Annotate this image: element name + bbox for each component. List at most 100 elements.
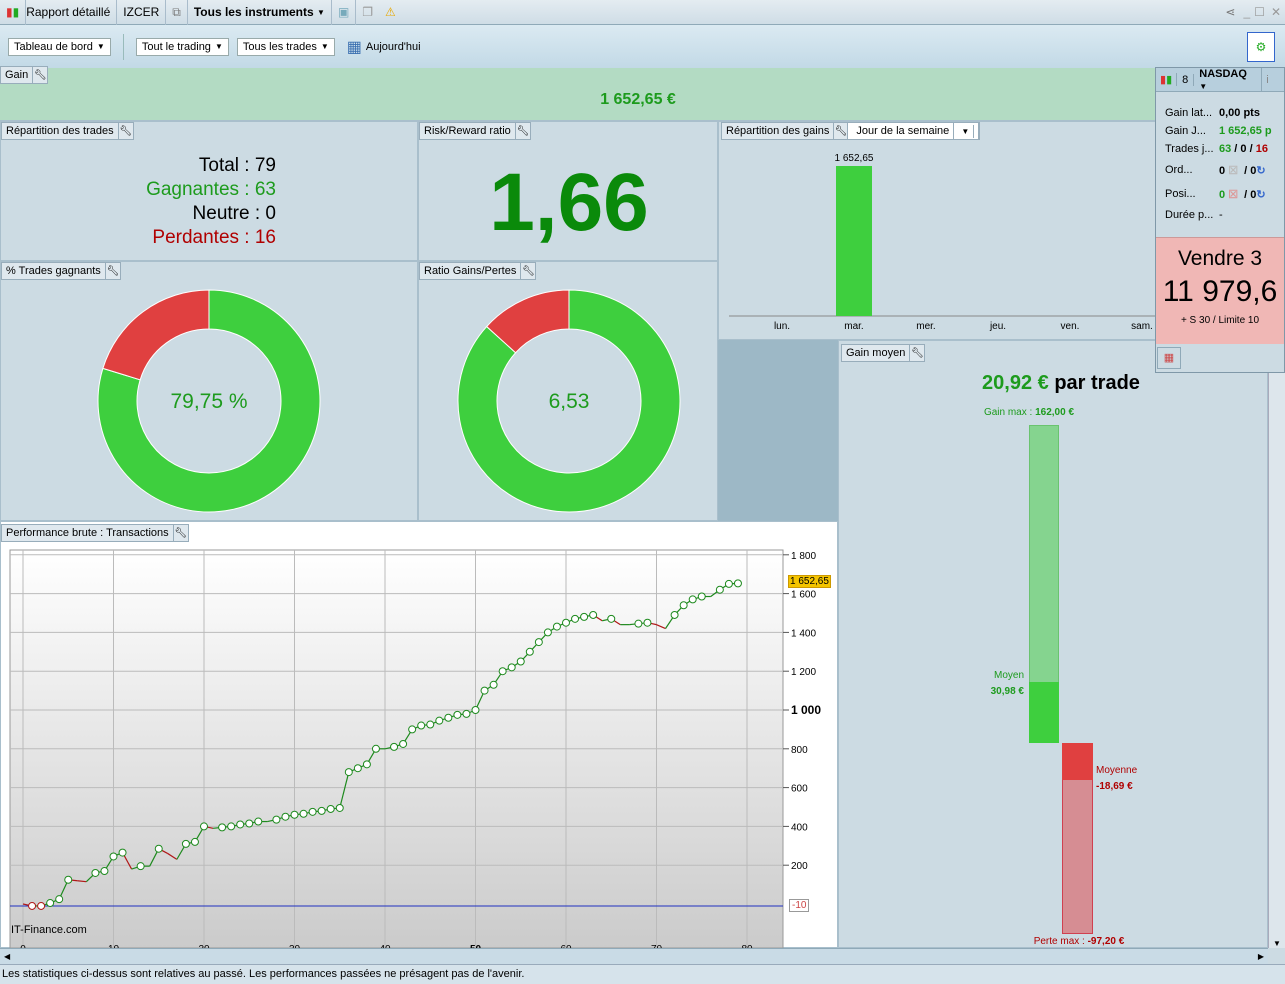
y-tick-label: 800 — [791, 745, 808, 756]
trade-point — [55, 895, 64, 904]
winning-label: Gagnantes : — [146, 179, 255, 200]
calendar-icon: ▦ — [346, 38, 362, 56]
cancel-orders-icon[interactable]: ☒ — [1228, 165, 1238, 177]
y-tick-label: 1 600 — [791, 590, 816, 601]
view-label: Tableau de bord — [14, 40, 93, 53]
trade-point — [227, 822, 236, 831]
toolbar: Tableau de bord ▼ Tout le trading ▼ Tous l… — [0, 25, 1285, 68]
wrench-icon[interactable]: 🔧︎ — [910, 345, 924, 361]
trade-point — [697, 592, 706, 601]
report-label[interactable]: Rapport détaillé — [26, 0, 116, 25]
day-label: mer. — [916, 321, 935, 332]
close-positions-icon[interactable]: ☒ — [1228, 189, 1238, 201]
wrench-icon[interactable]: 🔧︎ — [33, 67, 47, 83]
layout-menu-icon[interactable]: ▦ — [1157, 347, 1181, 369]
trade-point — [362, 760, 371, 769]
day-label: sam. — [1131, 321, 1153, 332]
gain-value: 1 652,65 € — [600, 91, 676, 108]
row-label: Gain J... — [1165, 125, 1206, 137]
horizontal-scrollbar[interactable]: ◀ ▶ — [0, 948, 1268, 964]
title-bar: ▮ ▮ Rapport détaillé IZCER ⧉ Tous les ins… — [0, 0, 1285, 25]
average-per-trade: 20,92 € par trade — [839, 372, 1283, 395]
losing-value: 16 — [254, 227, 276, 248]
wrench-icon[interactable]: 🔧︎ — [119, 123, 133, 139]
row-label: Durée p... — [1165, 209, 1214, 221]
trade-point — [715, 585, 724, 594]
trade-point — [109, 852, 118, 861]
trade-point — [399, 739, 408, 748]
trades-dropdown[interactable]: Tous les trades ▼ — [236, 37, 335, 56]
day-label: mar. — [844, 321, 863, 332]
neutral-value: 0 — [265, 203, 276, 224]
trading-dropdown[interactable]: Tout le trading ▼ — [135, 37, 229, 56]
scroll-left-arrow[interactable]: ◀ — [4, 952, 10, 961]
refresh-icon[interactable]: ↻ — [1256, 165, 1265, 177]
trade-point — [589, 610, 598, 619]
y-tick-label: 1 000 — [791, 703, 821, 717]
market-dropdown[interactable]: NASDAQ ▼ — [1194, 67, 1263, 92]
average-gain-panel: Gain moyen 🔧︎ 20,92 € par trade Gain max … — [838, 340, 1268, 948]
trade-point — [507, 663, 516, 672]
trade-point — [335, 803, 344, 812]
trade-point — [190, 837, 199, 846]
panel-title: Gain moyen — [842, 345, 911, 361]
scroll-right-arrow[interactable]: ▶ — [1258, 952, 1264, 961]
win-rate-panel: % Trades gagnants 🔧︎ 79,75 % — [0, 261, 418, 521]
orders-count: 0 — [1219, 164, 1226, 177]
gain-loss-ratio-panel: Ratio Gains/Pertes 🔧︎ 6,53 — [418, 261, 718, 521]
trade-point — [643, 618, 652, 627]
account-label[interactable]: IZCER — [116, 0, 167, 25]
average-value: 20,92 € — [982, 372, 1049, 394]
scroll-down-arrow[interactable]: ▼ — [1269, 939, 1285, 948]
winning-row: Gagnantes : 63 — [1, 178, 276, 202]
wrench-icon[interactable]: 🔧︎ — [516, 123, 530, 139]
row-value: 1 652,65 p — [1219, 125, 1272, 137]
chart-window-icon[interactable]: ▣ — [332, 0, 357, 25]
divider — [122, 33, 124, 60]
link-icon[interactable]: ⧉ — [166, 0, 188, 25]
dashboard-settings-icon[interactable]: ⚙ — [1247, 31, 1275, 62]
neutral-count: 0 — [1240, 143, 1247, 155]
vertical-scrollbar[interactable]: ▼ — [1268, 373, 1285, 948]
y-tick-label: 1 400 — [791, 628, 816, 639]
close-button[interactable]: ✕ — [1267, 0, 1285, 25]
share-icon[interactable]: ⋖ — [1219, 0, 1241, 25]
candlestick-icon[interactable]: ▮▮ — [1156, 73, 1178, 86]
instrument-panel: ▮▮ 8 NASDAQ ▼ i Gain lat... 0,00 pts Gain… — [1155, 67, 1285, 373]
link-icon[interactable]: 8 — [1177, 73, 1195, 86]
trade-point — [534, 638, 543, 647]
trade-point — [733, 579, 742, 588]
trade-point — [136, 862, 145, 871]
average-suffix: par trade — [1048, 372, 1140, 394]
empty-area — [718, 340, 838, 521]
trades-label: Tous les trades — [242, 40, 317, 53]
losing-row: Perdantes : 16 — [1, 226, 276, 250]
max-gain-value: 162,00 € — [1035, 407, 1075, 418]
warning-icon[interactable]: ⚠ — [379, 0, 402, 25]
average-win-bar — [1029, 682, 1059, 743]
trade-point — [607, 614, 616, 623]
order-price: 11 979,6 — [1162, 275, 1278, 308]
minimize-button[interactable]: _ — [1241, 0, 1252, 25]
refresh-icon[interactable]: ↻ — [1256, 189, 1265, 201]
trade-point — [236, 820, 245, 829]
row-label: Trades j... — [1165, 143, 1214, 155]
date-picker[interactable]: ▦ Aujourd'hui — [347, 37, 421, 57]
average-loss-title: Moyenne — [1096, 764, 1138, 776]
view-dropdown[interactable]: Tableau de bord ▼ — [8, 37, 111, 56]
trade-point — [100, 867, 109, 876]
win-count: 63 — [1219, 143, 1232, 155]
trade-point — [489, 680, 498, 689]
performance-panel: Performance brute : Transactions🔧︎ 01020… — [0, 521, 838, 949]
trade-point — [118, 848, 127, 857]
trade-point — [543, 628, 552, 637]
maximize-button[interactable]: ☐ — [1252, 0, 1267, 25]
copy-icon[interactable]: ❐ — [356, 0, 379, 25]
loss-count: 16 — [1255, 143, 1268, 155]
info-icon[interactable]: i — [1262, 74, 1272, 86]
instruments-dropdown[interactable]: Tous les instruments ▼ — [188, 0, 332, 25]
trade-point — [181, 839, 190, 848]
order-title: Vendre 3 — [1177, 247, 1263, 270]
order-ticket[interactable]: Vendre 3 11 979,6 + S 30 / Limite 10 — [1156, 237, 1284, 344]
status-bar: Les statistiques ci-dessus sont relative… — [0, 964, 1285, 984]
